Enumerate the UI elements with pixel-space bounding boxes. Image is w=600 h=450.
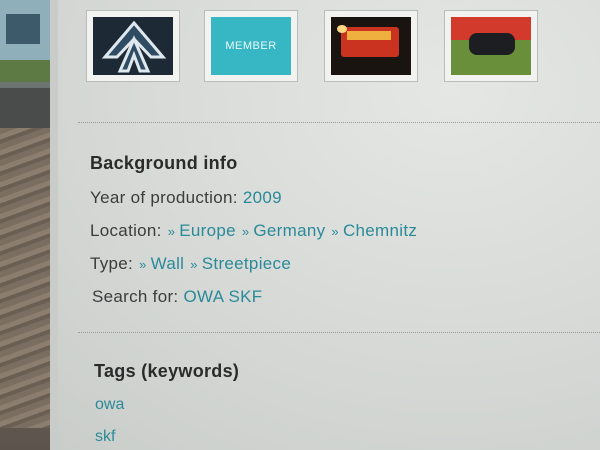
train-light — [337, 25, 347, 33]
side-photo — [0, 0, 56, 450]
search-link[interactable]: OWA SKF — [183, 287, 262, 306]
type-link-wall[interactable]: Wall — [151, 254, 185, 273]
member-label: MEMBER — [225, 40, 277, 52]
side-photo-border — [50, 0, 58, 450]
type-row: Type: » Wall » Streetpiece — [90, 254, 291, 274]
divider — [78, 122, 600, 123]
tags-heading: Tags (keywords) — [94, 361, 240, 381]
red-scene-figure — [469, 33, 515, 55]
thumbnail-arrow[interactable] — [86, 10, 180, 82]
double-chevron-right-icon: » — [190, 257, 198, 272]
train-window — [347, 31, 391, 40]
arrow-logo-image — [93, 17, 173, 75]
year-row: Year of production: 2009 — [90, 188, 282, 208]
tag-link[interactable]: skf — [95, 428, 115, 446]
divider — [78, 332, 600, 333]
location-label: Location: — [90, 221, 162, 240]
photo-road — [0, 88, 50, 128]
location-link-europe[interactable]: Europe — [179, 221, 236, 240]
double-chevron-right-icon: » — [241, 224, 250, 239]
location-link-chemnitz[interactable]: Chemnitz — [343, 221, 417, 240]
photo-ground — [0, 128, 50, 428]
tag-link[interactable]: owa — [95, 396, 124, 414]
photo-grass — [0, 60, 50, 82]
thumbnail-red-scene[interactable] — [444, 10, 538, 82]
arrow-up-icon — [93, 17, 173, 75]
location-row: Location:» Europe» Germany» Chemnitz — [90, 221, 417, 241]
double-chevron-right-icon: » — [167, 224, 176, 239]
year-link[interactable]: 2009 — [243, 188, 282, 207]
member-image: MEMBER — [211, 17, 291, 75]
double-chevron-right-icon: » — [139, 257, 147, 272]
type-label: Type: — [90, 254, 134, 273]
red-scene-image — [451, 17, 531, 75]
thumbnail-train[interactable] — [324, 10, 418, 82]
search-row: Search for: OWA SKF — [92, 287, 262, 307]
train-image — [331, 17, 411, 75]
location-link-germany[interactable]: Germany — [253, 221, 325, 240]
thumbnail-member[interactable]: MEMBER — [204, 10, 298, 82]
photo-window — [6, 14, 40, 44]
background-info-heading: Background info — [90, 153, 238, 173]
year-label: Year of production: — [90, 188, 238, 207]
type-link-streetpiece[interactable]: Streetpiece — [202, 254, 291, 273]
search-label: Search for: — [92, 287, 179, 306]
double-chevron-right-icon: » — [331, 224, 339, 239]
